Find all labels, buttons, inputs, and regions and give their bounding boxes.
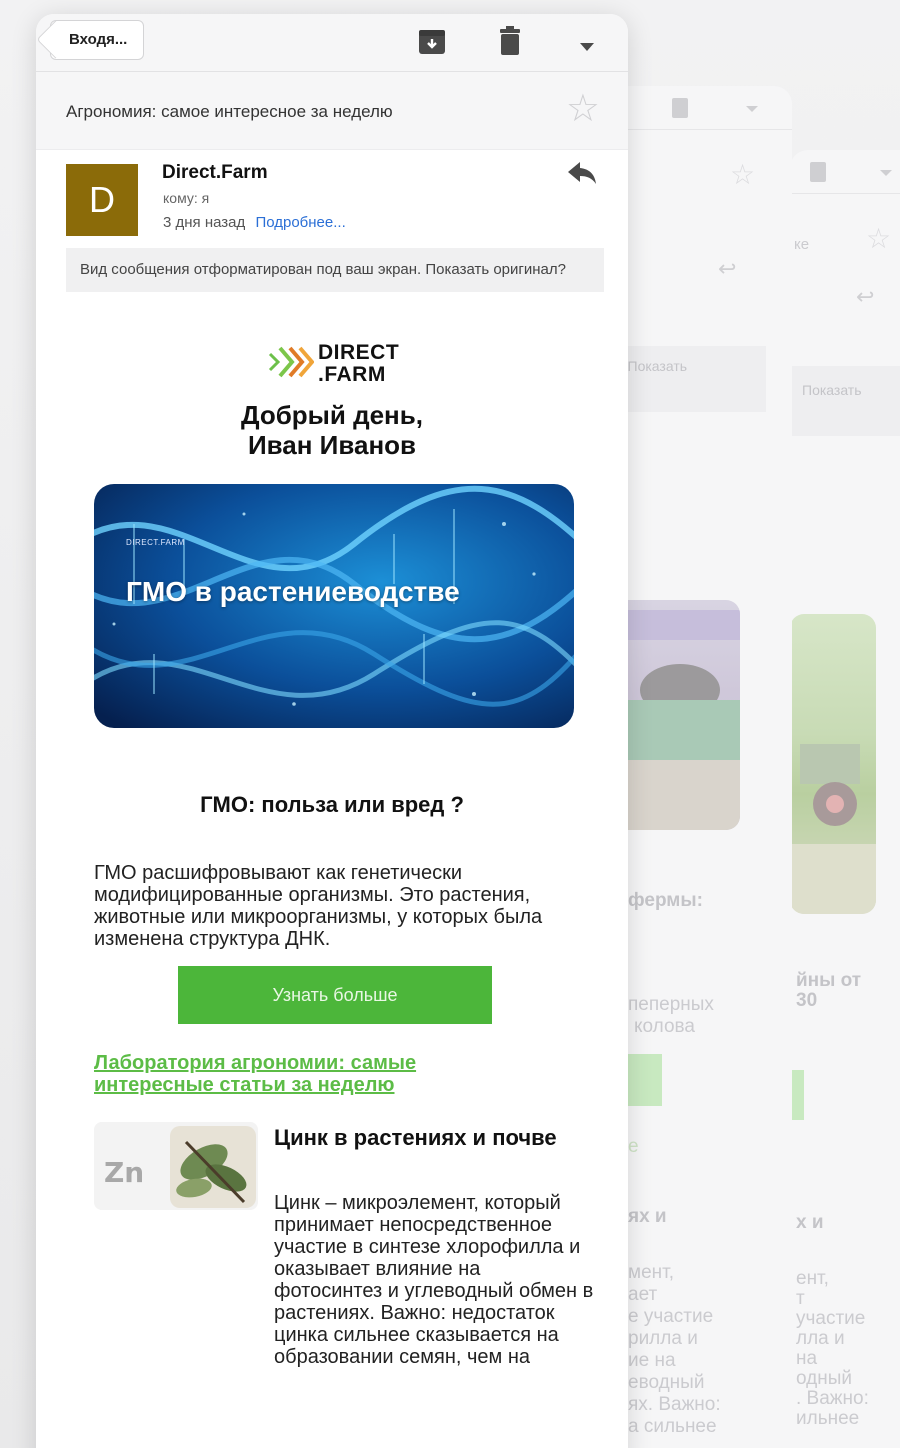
trash-icon	[672, 98, 688, 118]
ghost-body-line: ях. Важно:	[628, 1394, 721, 1415]
greeting-line-1: Добрый день,	[241, 400, 423, 430]
archive-icon[interactable]	[418, 28, 446, 61]
learn-more-button[interactable]: Узнать больше	[178, 966, 492, 1024]
article-text: ГМО расшифровывают как генетически модиф…	[94, 862, 543, 950]
zinc-article-text: Цинк – микроэлемент, который принимает н…	[274, 1192, 594, 1368]
star-icon: ☆	[866, 223, 892, 254]
ghost-title-fragment: х и	[796, 1212, 824, 1233]
article-title: ГМО: польза или вред ?	[200, 792, 464, 817]
reply-icon[interactable]	[568, 162, 596, 189]
ghost-body-line: т	[796, 1288, 805, 1309]
agronomy-lab-link[interactable]: Лаборатория агрономии: самые интересные …	[94, 1052, 534, 1096]
ghost-body-line: . Важно:	[796, 1388, 869, 1409]
trash-icon	[810, 162, 826, 182]
chevron-down-icon	[880, 170, 892, 176]
email-subject: Агрономия: самое интересное за неделю	[66, 102, 393, 121]
ghost-body-line: одный	[796, 1368, 852, 1389]
ghost-body-line: а сильнее	[628, 1416, 717, 1437]
reply-icon: ↩	[718, 256, 737, 281]
back-to-inbox-button[interactable]: Входя...	[50, 20, 145, 60]
background-email-card-1: ☆ ↩ н. Показать фермы: пеперных колова е…	[600, 86, 792, 1448]
banner-brand: DIRECT.FARM	[126, 538, 185, 547]
tractor-image	[790, 614, 876, 914]
ghost-body-line: участие	[796, 1308, 866, 1329]
logo-line-1: DIRECT	[318, 341, 400, 364]
email-toolbar: Входя...	[36, 14, 628, 72]
chevron-down-icon	[746, 106, 758, 112]
email-card: Входя... Агрономия: самое интересное за …	[36, 14, 628, 1448]
star-icon: ☆	[730, 159, 756, 190]
sender-name: Direct.Farm	[162, 162, 268, 183]
recipient-label: кому: я	[163, 190, 210, 206]
back-button-label: Входя...	[69, 31, 128, 48]
ghost-subject-fragment: ке	[794, 236, 810, 253]
ghost-toolbar	[790, 150, 900, 194]
background-email-card-2: ке ☆ ↩ Показать йны от 30 х и ент, т уча…	[790, 150, 900, 1448]
ghost-body-line: мент,	[628, 1262, 674, 1283]
logo-chevrons-icon	[268, 346, 315, 378]
reply-icon: ↩	[856, 284, 875, 309]
sender-header: D Direct.Farm кому: я 3 дня назад Подроб…	[48, 150, 616, 246]
format-notice[interactable]: Вид сообщения отформатирован под ваш экр…	[66, 248, 604, 292]
ghost-body-line: е участие	[628, 1306, 714, 1327]
ghost-text-fragment: пеперных	[628, 994, 714, 1015]
ghost-toolbar	[600, 86, 792, 130]
ghost-body-line: рилла и	[628, 1328, 698, 1349]
ghost-bold-fragment: фермы:	[628, 890, 703, 911]
ghost-body-line: лла и	[796, 1328, 845, 1349]
sent-time: 3 дня назад Подробнее...	[163, 214, 346, 231]
greeting-line-2: Иван Иванов	[247, 430, 417, 460]
direct-farm-logo: DIRECT .FARM	[268, 340, 468, 386]
logo-text: DIRECT .FARM	[318, 342, 399, 386]
ghost-bold-fragment-2: 30	[796, 990, 818, 1011]
ghost-body-line: на	[796, 1348, 818, 1369]
logo-line-2: .FARM	[318, 363, 386, 386]
ghost-body-line: ает	[628, 1284, 658, 1305]
ghost-text-fragment: колова	[634, 1016, 695, 1037]
zinc-article-title[interactable]: Цинк в растениях и почве	[274, 1126, 574, 1150]
ghost-link-fragment: е	[628, 1136, 639, 1157]
zinc-article-thumbnail[interactable]: Zn	[94, 1122, 258, 1210]
ghost-title-fragment: ях и	[628, 1206, 667, 1227]
ghost-notice-fragment: Показать	[790, 366, 900, 436]
avatar: D	[66, 164, 138, 236]
gmo-banner-image[interactable]: DIRECT.FARM ГМО в растениеводстве	[94, 484, 574, 728]
ghost-body-line: ент,	[796, 1268, 829, 1289]
chevron-down-icon[interactable]	[580, 38, 594, 56]
sent-time-text: 3 дня назад	[163, 214, 246, 231]
ghost-body-line: еводный	[628, 1372, 705, 1393]
ghost-body-line: ие на	[628, 1350, 676, 1371]
ghost-bold-fragment: йны от	[796, 970, 862, 991]
ghost-body-line: ильнее	[796, 1408, 860, 1429]
trash-icon[interactable]	[498, 26, 522, 61]
ghost-button	[790, 1070, 804, 1120]
details-link[interactable]: Подробнее...	[255, 214, 345, 231]
star-icon[interactable]: ☆	[566, 90, 600, 128]
banner-title: ГМО в растениеводстве	[126, 576, 460, 607]
subject-bar: Агрономия: самое интересное за неделю ☆	[36, 72, 628, 150]
zinc-symbol: Zn	[104, 1156, 145, 1189]
